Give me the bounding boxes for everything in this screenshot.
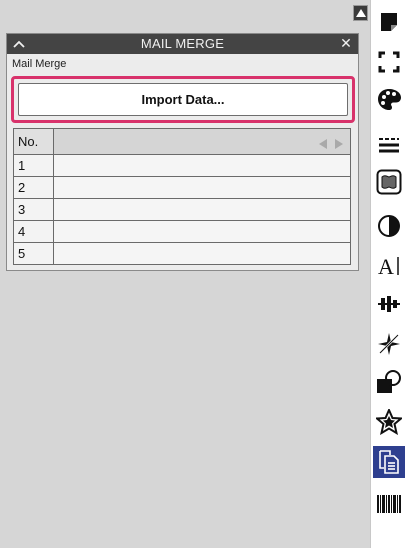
workspace: MAIL MERGE ✕ Mail Merge Import Data... N… <box>0 0 370 548</box>
row-number: 1 <box>13 154 54 177</box>
row-cell[interactable] <box>53 242 351 265</box>
scroll-up-button[interactable] <box>353 5 368 21</box>
row-cell[interactable] <box>53 154 351 177</box>
mail-merge-panel: MAIL MERGE ✕ Mail Merge Import Data... N… <box>6 33 359 271</box>
shape-icon[interactable] <box>373 366 405 398</box>
nav-prev-icon[interactable] <box>319 139 327 149</box>
row-number: 2 <box>13 176 54 199</box>
column-header-no: No. <box>13 128 54 155</box>
align-icon[interactable] <box>373 288 405 320</box>
row-number: 4 <box>13 220 54 243</box>
star-icon[interactable] <box>373 406 405 438</box>
table-row[interactable]: 4 <box>13 220 351 243</box>
fill-pattern-icon[interactable] <box>373 166 405 198</box>
row-cell[interactable] <box>53 220 351 243</box>
table-row[interactable]: 2 <box>13 176 351 199</box>
column-header-data <box>53 128 351 155</box>
mail-merge-icon[interactable] <box>373 446 405 478</box>
palette-icon[interactable] <box>373 84 405 116</box>
import-data-button[interactable]: Import Data... <box>18 83 348 116</box>
nav-next-icon[interactable] <box>334 139 343 149</box>
panel-title: MAIL MERGE <box>140 36 225 51</box>
text-icon[interactable]: A <box>373 250 405 282</box>
barcode-icon[interactable] <box>373 488 405 520</box>
table-header-row: No. <box>13 128 351 155</box>
table-row[interactable]: 3 <box>13 198 351 221</box>
table-row[interactable]: 5 <box>13 242 351 265</box>
import-highlight: Import Data... <box>11 76 355 123</box>
svg-text:A: A <box>378 254 394 279</box>
row-cell[interactable] <box>53 198 351 221</box>
right-toolbar: A <box>370 0 406 548</box>
row-number: 3 <box>13 198 54 221</box>
panel-titlebar[interactable]: MAIL MERGE ✕ <box>7 34 358 54</box>
close-icon[interactable]: ✕ <box>339 36 353 50</box>
table-row[interactable]: 1 <box>13 154 351 177</box>
contrast-icon[interactable] <box>373 210 405 242</box>
row-cell[interactable] <box>53 176 351 199</box>
panel-subtitle: Mail Merge <box>12 58 67 70</box>
row-number: 5 <box>13 242 54 265</box>
page-setup-icon[interactable] <box>373 6 405 38</box>
merge-data-table: No. 1 2 3 4 5 <box>13 128 351 265</box>
column-nav <box>315 137 345 149</box>
line-style-icon[interactable] <box>373 128 405 160</box>
selection-frame-icon[interactable] <box>373 46 405 78</box>
effects-icon[interactable] <box>373 328 405 360</box>
